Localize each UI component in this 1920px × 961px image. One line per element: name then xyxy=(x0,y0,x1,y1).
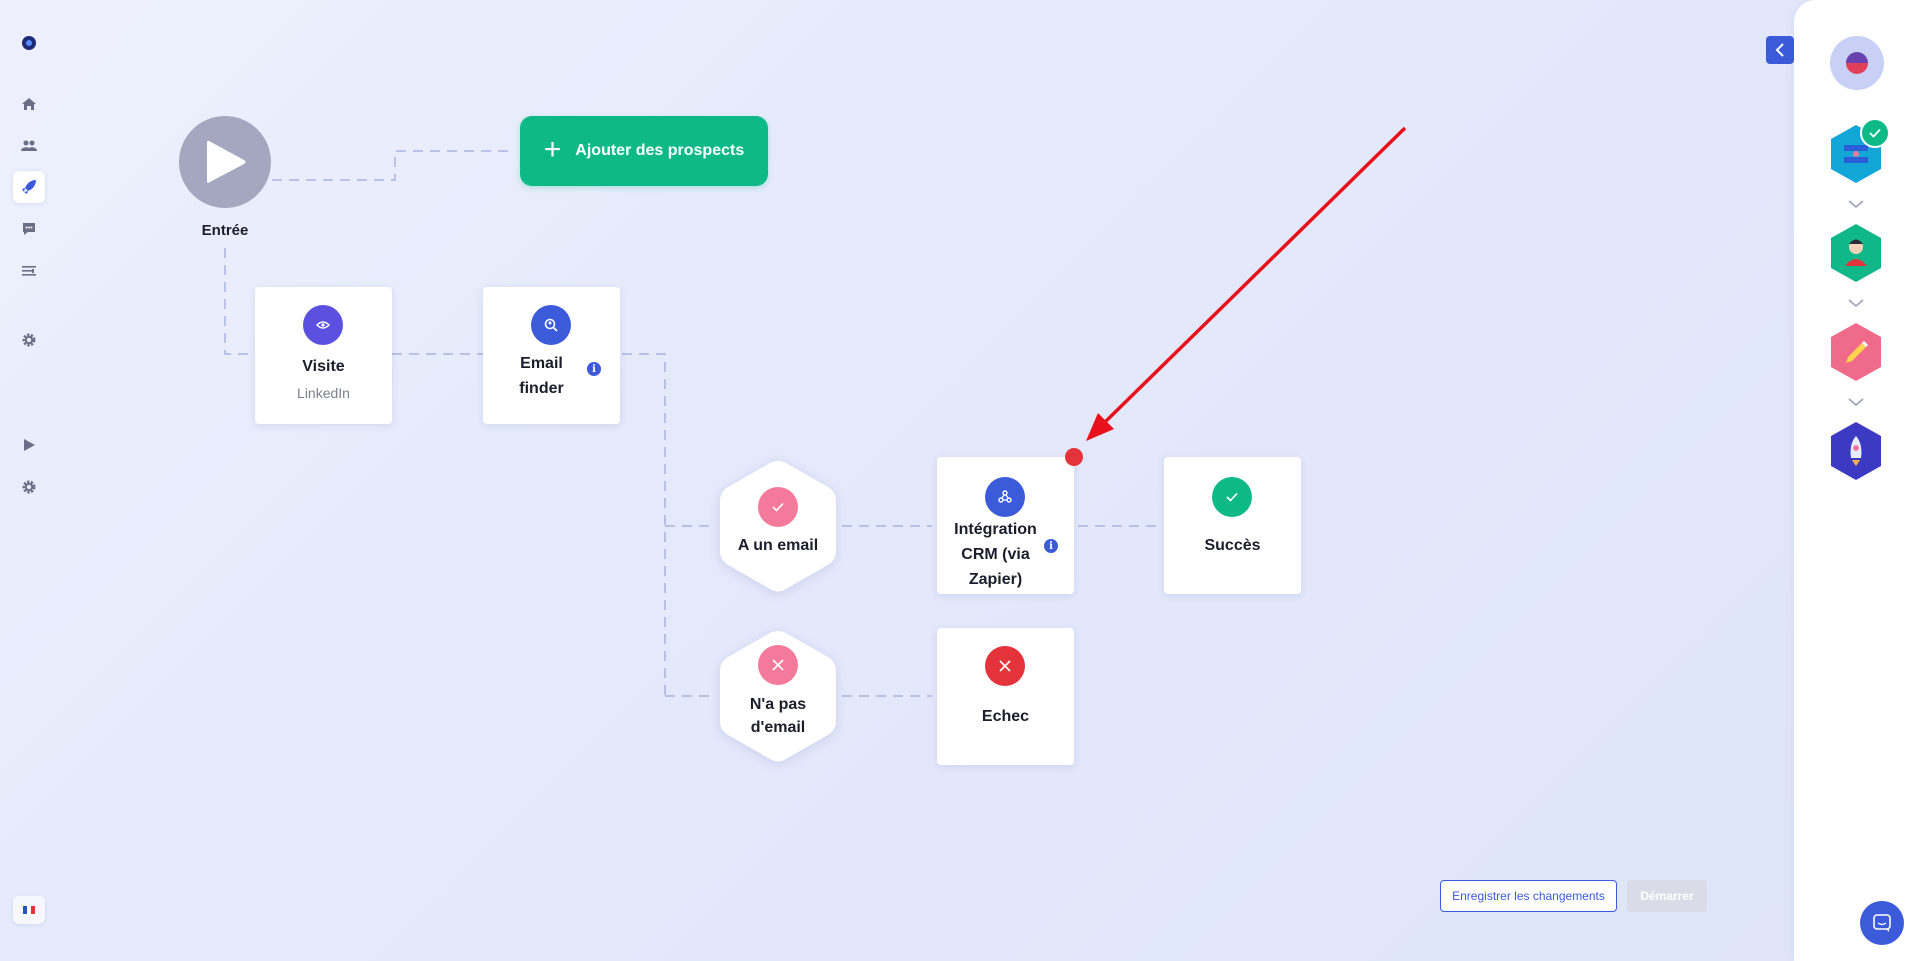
chevron-down-icon xyxy=(1848,398,1864,407)
failure-title: Echec xyxy=(981,708,1030,725)
has-email-condition[interactable]: A un email xyxy=(716,457,840,595)
success-title: Succès xyxy=(1204,537,1261,554)
chevron-left-icon xyxy=(1775,43,1784,57)
failure-step-card[interactable]: Echec xyxy=(937,628,1074,765)
check-icon xyxy=(758,487,798,527)
email-finder-title-line2: finder xyxy=(519,380,564,397)
entry-play-button[interactable] xyxy=(179,116,271,208)
crm-title-line1: Intégration xyxy=(954,521,1037,538)
plus-icon: + xyxy=(543,132,562,166)
profile-step-icon[interactable] xyxy=(1828,222,1884,284)
search-user-icon xyxy=(531,305,571,345)
add-prospects-label: Ajouter des prospects xyxy=(575,142,745,159)
start-button[interactable]: Démarrer xyxy=(1627,880,1707,912)
close-icon xyxy=(758,645,798,685)
visit-step-card[interactable]: Visite LinkedIn xyxy=(255,287,392,424)
check-icon xyxy=(1212,477,1252,517)
support-chat-button[interactable] xyxy=(1860,901,1904,945)
email-finder-step-card[interactable]: Email finder i xyxy=(483,287,620,424)
workflow-canvas: Entrée + Ajouter des prospects Visite Li… xyxy=(0,0,1794,961)
collapse-panel-button[interactable] xyxy=(1766,36,1794,64)
chat-bubble-icon xyxy=(1873,914,1891,932)
avatar[interactable] xyxy=(1830,36,1884,90)
write-step-icon[interactable] xyxy=(1828,321,1884,383)
right-steps-panel xyxy=(1794,0,1920,961)
visit-title: Visite xyxy=(302,358,345,375)
has-email-title: A un email xyxy=(737,537,819,554)
save-changes-button[interactable]: Enregistrer les changements xyxy=(1440,880,1617,912)
launch-step-icon[interactable] xyxy=(1828,420,1884,482)
play-icon xyxy=(207,140,246,183)
eye-icon xyxy=(303,305,343,345)
visit-subtitle: LinkedIn xyxy=(297,385,350,401)
no-email-title-line1: N'a pas xyxy=(749,696,807,713)
entry-label: Entrée xyxy=(201,222,249,239)
chevron-down-icon xyxy=(1848,200,1864,209)
info-icon[interactable]: i xyxy=(587,362,601,376)
no-email-title-line2: d'email xyxy=(750,719,806,736)
connector-lines xyxy=(224,150,1160,697)
no-email-condition[interactable]: N'a pas d'email xyxy=(716,627,840,765)
red-marker-dot xyxy=(1065,448,1083,466)
info-icon[interactable]: i xyxy=(1044,539,1058,553)
add-prospects-button[interactable]: + Ajouter des prospects xyxy=(520,116,768,186)
webhook-icon xyxy=(985,477,1025,517)
chevron-down-icon xyxy=(1848,299,1864,308)
crm-integration-step-card[interactable]: Intégration CRM (via Zapier) i xyxy=(937,457,1074,594)
success-step-card[interactable]: Succès xyxy=(1164,457,1301,594)
crm-title-line3: Zapier) xyxy=(968,571,1023,588)
step-complete-check-icon xyxy=(1860,118,1890,148)
close-icon xyxy=(985,646,1025,686)
